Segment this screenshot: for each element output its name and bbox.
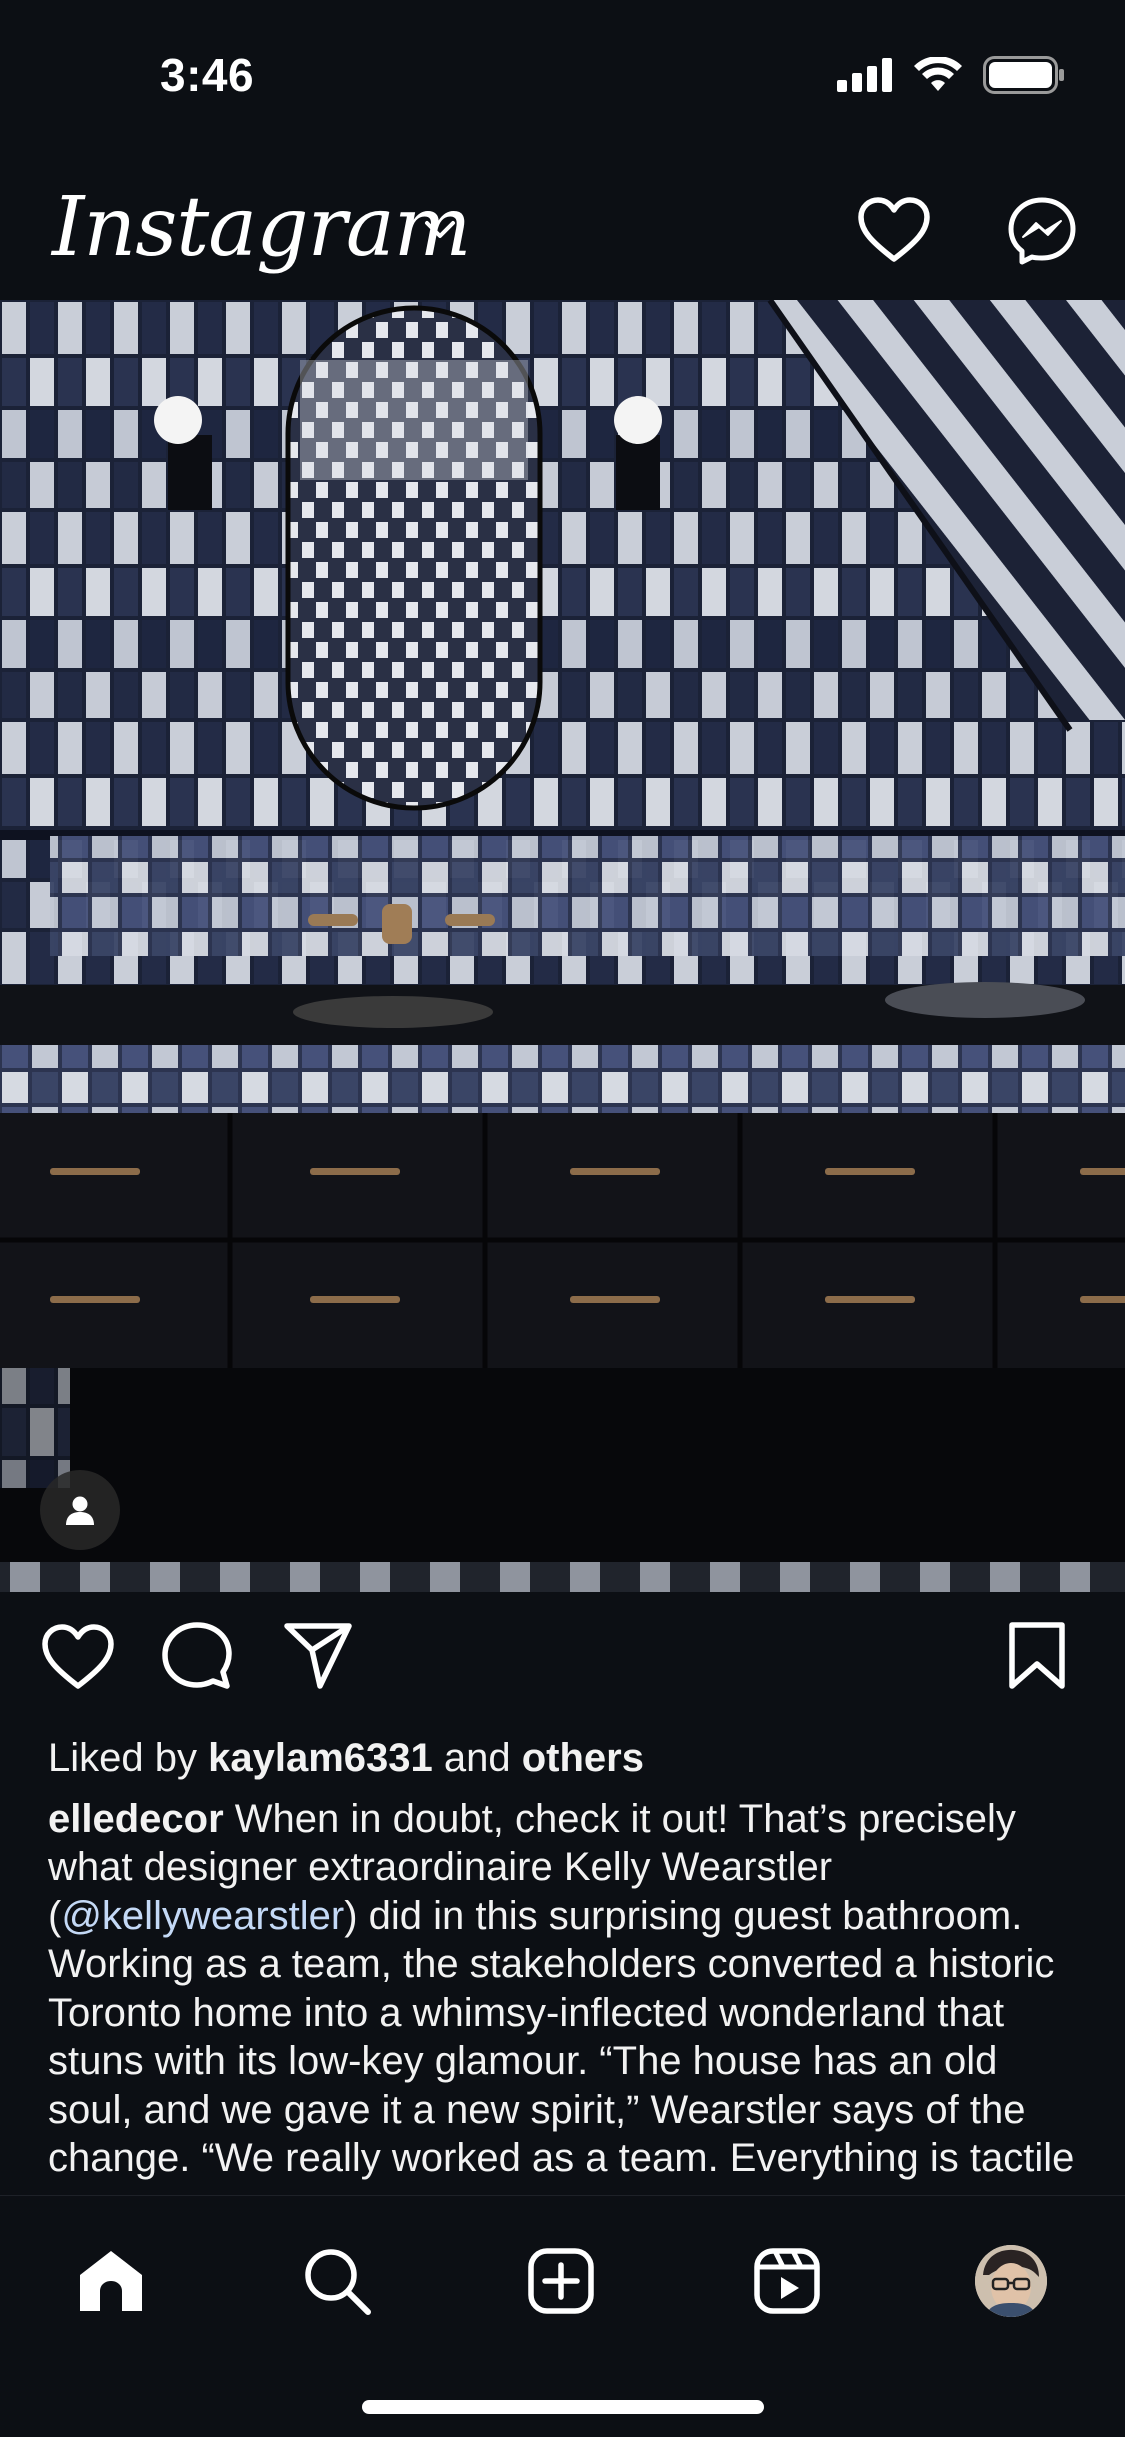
app-header: Instagram bbox=[0, 170, 1125, 300]
liked-by-prefix: Liked by bbox=[48, 1736, 209, 1780]
create-icon bbox=[528, 2248, 594, 2314]
person-icon bbox=[66, 1496, 94, 1525]
comment-icon[interactable] bbox=[160, 1620, 234, 1692]
liked-by-middle: and bbox=[432, 1736, 522, 1780]
post-caption: elledecor When in doubt, check it out! T… bbox=[48, 1795, 1088, 2183]
status-time: 3:46 bbox=[160, 49, 255, 101]
search-icon bbox=[305, 2249, 371, 2315]
chevron-down-icon[interactable] bbox=[422, 218, 458, 242]
instagram-logo[interactable]: Instagram bbox=[52, 180, 471, 275]
tab-home[interactable] bbox=[66, 2236, 156, 2326]
tab-profile[interactable] bbox=[966, 2236, 1056, 2326]
reels-icon bbox=[754, 2248, 820, 2314]
bottom-tab-bar bbox=[0, 2195, 1125, 2437]
bathroom-photo bbox=[0, 300, 1125, 1592]
post-photo[interactable] bbox=[0, 300, 1125, 1592]
liked-by-user[interactable]: kaylam6331 bbox=[208, 1736, 433, 1780]
tagged-people-button[interactable] bbox=[40, 1470, 120, 1550]
tab-reels[interactable] bbox=[742, 2236, 832, 2326]
status-bar: 3:46 bbox=[0, 0, 1125, 150]
bookmark-icon[interactable] bbox=[1006, 1620, 1068, 1692]
heart-icon[interactable] bbox=[856, 195, 932, 265]
wifi-icon bbox=[914, 57, 962, 91]
home-icon bbox=[80, 2251, 142, 2311]
caption-mention[interactable]: @kellywearstler bbox=[61, 1894, 344, 1938]
profile-avatar bbox=[975, 2245, 1047, 2317]
like-icon[interactable] bbox=[40, 1620, 116, 1692]
home-indicator bbox=[362, 2400, 764, 2414]
status-icons bbox=[837, 56, 1065, 94]
likes-line[interactable]: Liked by kaylam6331 and others bbox=[48, 1734, 1088, 1783]
post-actions bbox=[0, 1620, 1125, 1710]
post-text: Liked by kaylam6331 and others elledecor… bbox=[48, 1734, 1088, 2194]
share-icon[interactable] bbox=[282, 1620, 354, 1692]
messenger-icon[interactable] bbox=[1006, 195, 1078, 267]
liked-by-others[interactable]: others bbox=[522, 1736, 644, 1780]
tab-search[interactable] bbox=[292, 2236, 382, 2326]
tab-create[interactable] bbox=[516, 2236, 606, 2326]
cellular-signal-icon bbox=[837, 58, 892, 92]
battery-icon bbox=[983, 56, 1064, 94]
caption-author[interactable]: elledecor bbox=[48, 1797, 224, 1841]
